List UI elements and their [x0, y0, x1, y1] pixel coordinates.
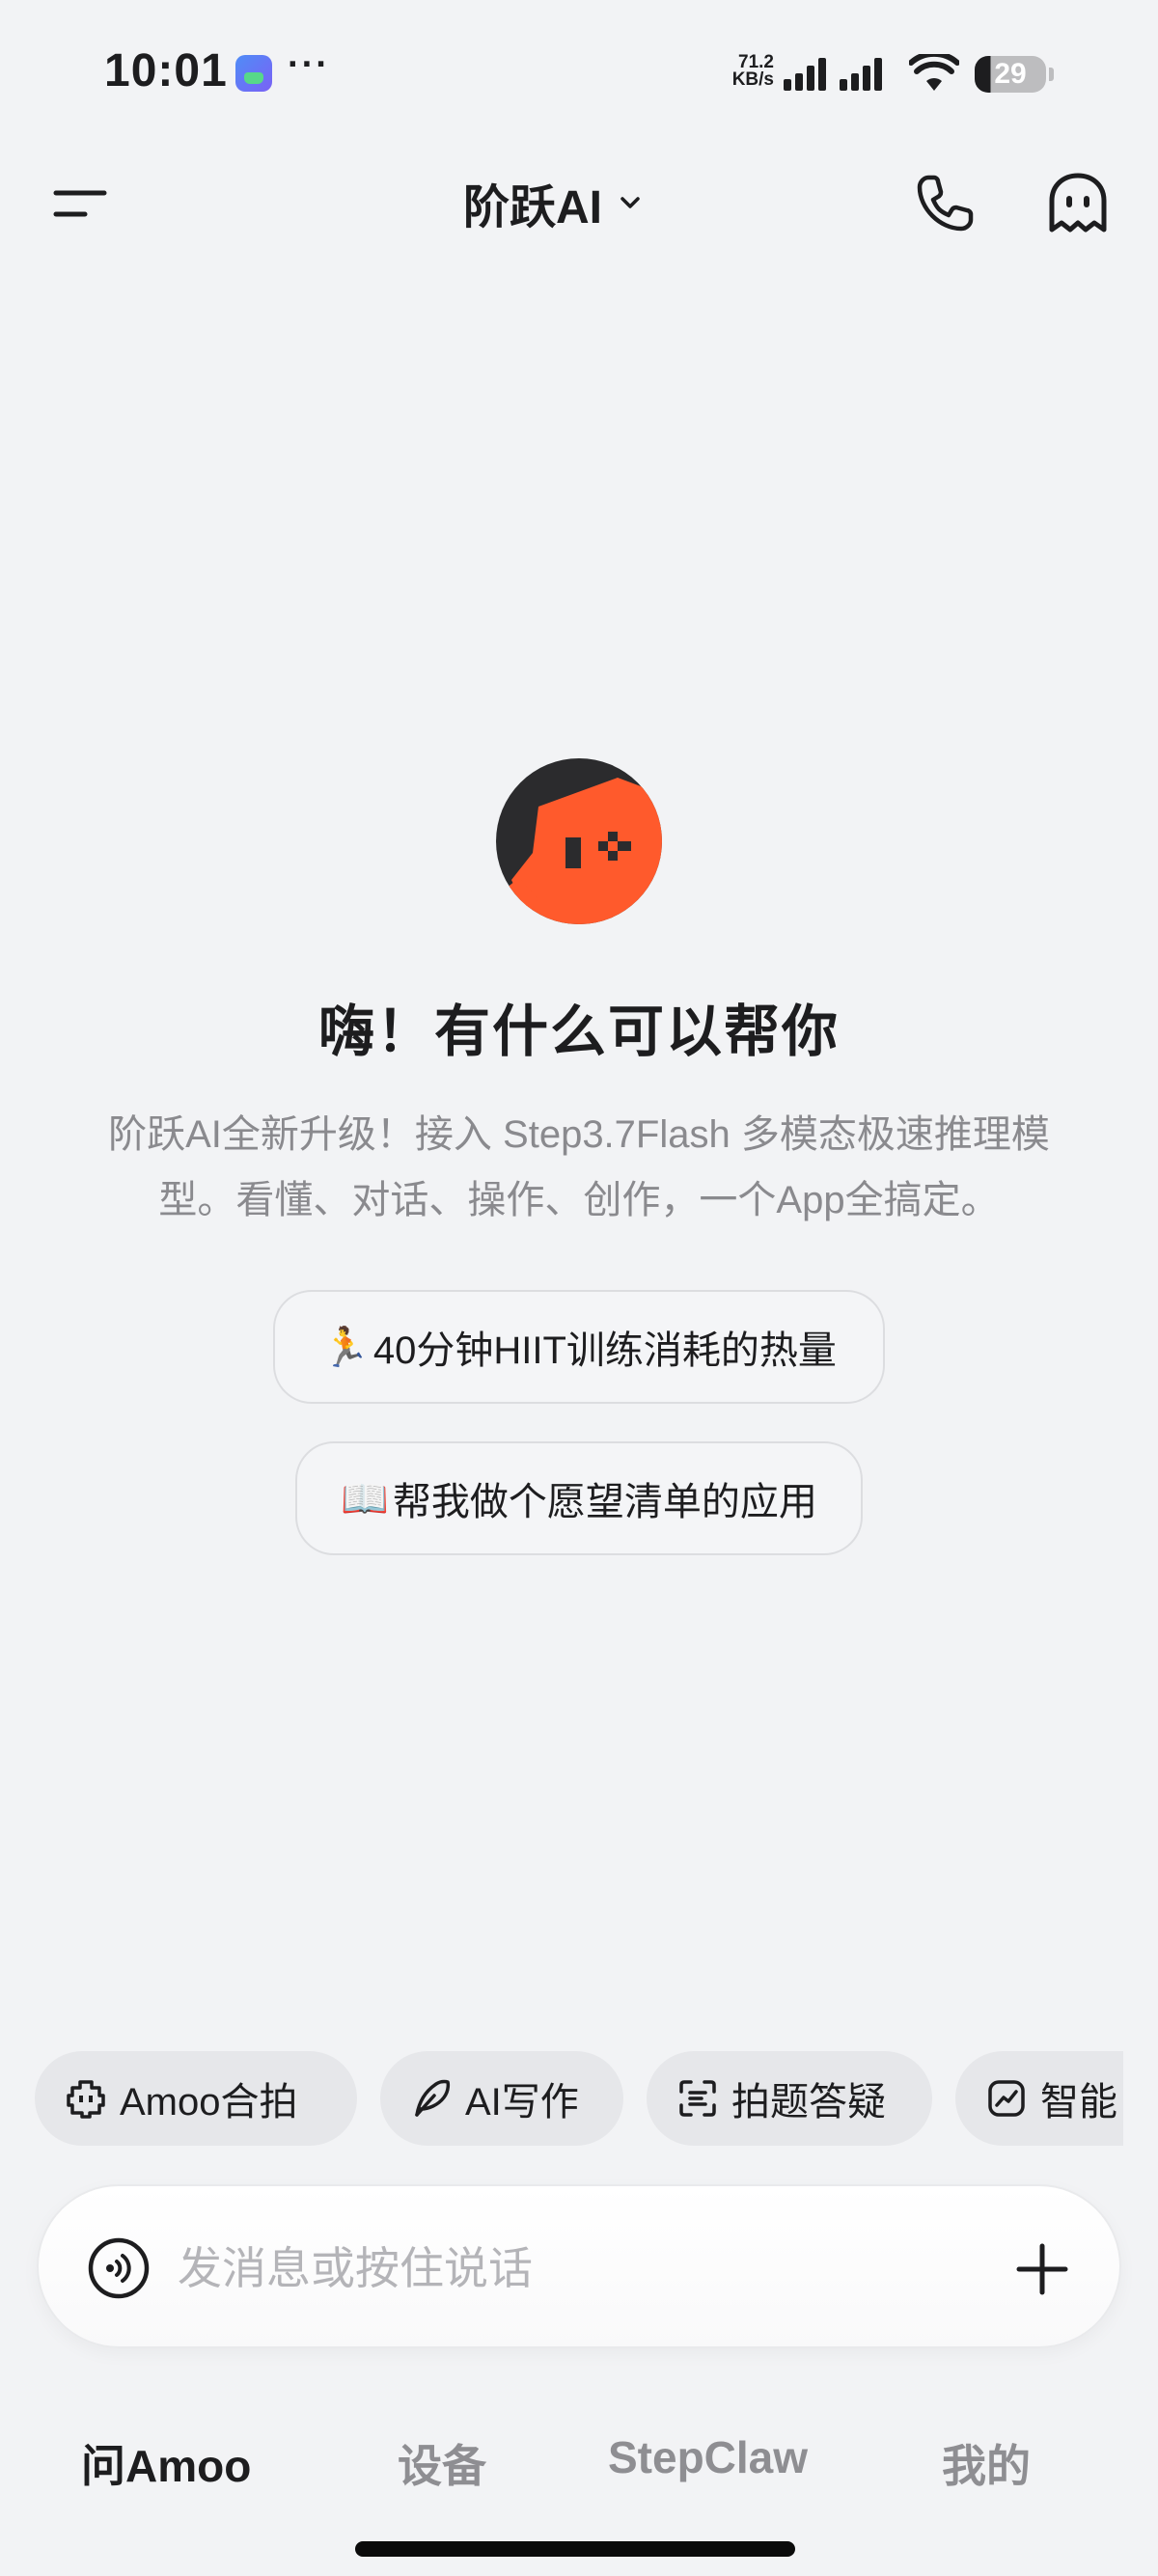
tab-stepclaw[interactable]: StepClaw — [608, 2431, 808, 2483]
home-indicator[interactable] — [355, 2541, 795, 2557]
ghost-icon[interactable] — [1044, 170, 1112, 237]
app-screen: 10:01 ··· 71.2 KB/s 29 阶跃AI 嗨！有什么可以帮你 阶跃… — [0, 0, 1158, 2576]
quick-actions-row[interactable]: Amoo合拍 AI写作 拍题答疑 智能 — [35, 2051, 1123, 2146]
intro-text: 阶跃AI全新升级！接入 Step3.7Flash 多模态极速推理模型。看懂、对话… — [108, 1113, 1050, 1221]
tab-devices[interactable]: 设备 — [398, 2431, 486, 2495]
net-speed: 71.2 KB/s — [730, 53, 774, 90]
status-bar: 10:01 ··· 71.2 KB/s 29 — [0, 0, 1158, 145]
net-speed-unit: KB/s — [731, 69, 774, 90]
quick-action-ai-writing[interactable]: AI写作 — [380, 2051, 623, 2146]
app-header: 阶跃AI — [0, 145, 1158, 260]
amoo-icon — [67, 2080, 105, 2119]
quick-action-photo-solve[interactable]: 拍题答疑 — [647, 2051, 932, 2146]
bottom-tab-bar: 问Amoo 设备 StepClaw 我的 — [0, 2412, 1158, 2508]
gallery-app-icon — [235, 55, 272, 92]
quick-action-label: Amoo合拍 — [120, 2081, 298, 2124]
suggestion-text: 帮我做个愿望清单的应用 — [392, 1481, 817, 1523]
quick-action-amoo-photo[interactable]: Amoo合拍 — [35, 2051, 357, 2146]
model-selector[interactable]: 阶跃AI — [463, 174, 645, 233]
quick-action-label: AI写作 — [465, 2081, 579, 2124]
tab-me[interactable]: 我的 — [942, 2431, 1031, 2495]
quick-action-label: 智能 — [1040, 2081, 1117, 2124]
battery-icon: 29 — [975, 56, 1054, 93]
status-time: 10:01 — [104, 45, 228, 96]
voice-input-icon[interactable] — [87, 2236, 151, 2300]
quick-action-label: 拍题答疑 — [731, 2081, 886, 2124]
battery-cap — [1049, 68, 1054, 81]
greeting-text: 嗨！有什么可以帮你 — [317, 1000, 840, 1063]
suggestion-chip[interactable]: 🏃 40分钟HIIT训练消耗的热量 — [273, 1290, 885, 1404]
book-emoji: 📖 — [341, 1477, 389, 1521]
quick-action-smart[interactable]: 智能 — [955, 2051, 1123, 2146]
feather-pen-icon — [415, 2079, 451, 2117]
chevron-down-icon — [620, 197, 640, 208]
suggestion-text: 40分钟HIIT训练消耗的热量 — [372, 1329, 837, 1372]
scan-icon — [679, 2080, 716, 2117]
message-input-bar — [37, 2184, 1121, 2348]
chart-icon — [988, 2080, 1025, 2117]
signal-icon — [784, 58, 882, 91]
running-emoji: 🏃 — [321, 1326, 370, 1369]
plus-icon[interactable] — [1013, 2240, 1071, 2298]
amoo-avatar — [496, 758, 662, 924]
phone-icon[interactable] — [913, 172, 977, 235]
wifi-icon — [909, 54, 959, 91]
message-input[interactable] — [178, 2225, 950, 2312]
app-title: 阶跃AI — [463, 182, 603, 233]
tab-ask-amoo[interactable]: 问Amoo — [81, 2431, 251, 2495]
menu-icon[interactable] — [48, 174, 112, 232]
battery-level: 29 — [994, 58, 1027, 90]
status-more-dots: ··· — [288, 44, 330, 85]
suggestion-chip[interactable]: 📖 帮我做个愿望清单的应用 — [295, 1441, 863, 1555]
